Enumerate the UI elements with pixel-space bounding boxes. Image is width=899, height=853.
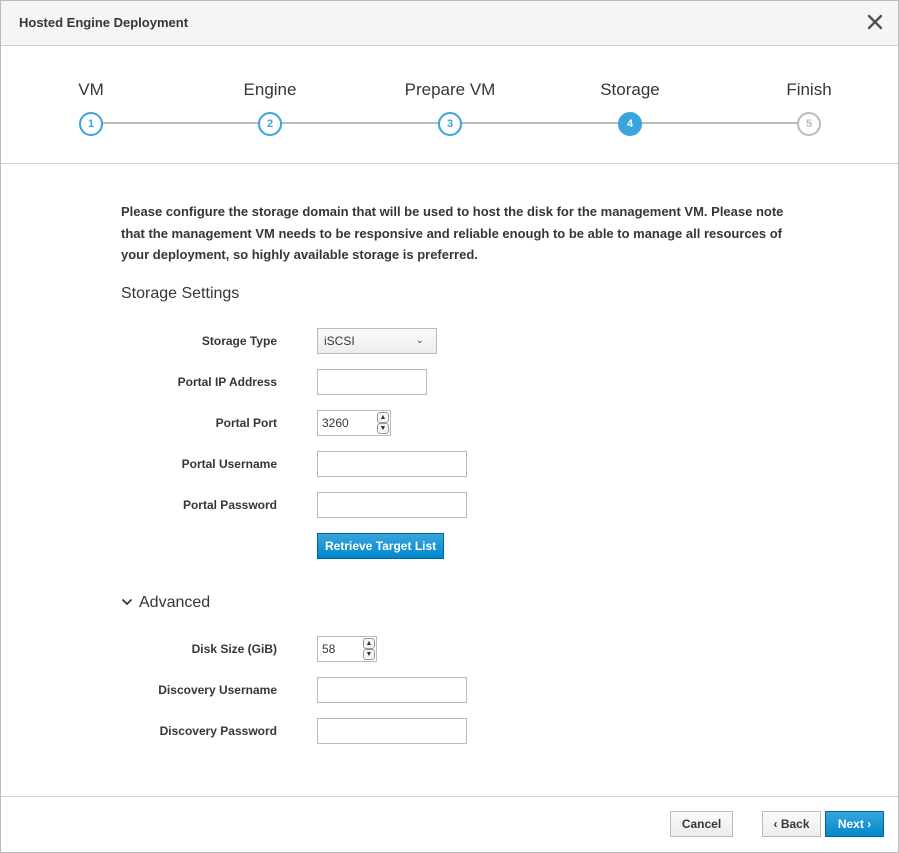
discovery-username-input[interactable] — [317, 677, 467, 703]
portal-password-input[interactable] — [317, 492, 467, 518]
portal-port-label: Portal Port — [215, 416, 277, 430]
storage-type-row: Storage Type iSCSI ⌄ — [121, 328, 801, 358]
wizard-steps: VM 1 Engine 2 Prepare VM 3 Storage 4 Fin… — [1, 47, 898, 164]
section-title: Storage Settings — [121, 285, 240, 302]
step-label: Storage — [600, 80, 660, 99]
back-button[interactable]: ‹ Back — [762, 811, 821, 837]
portal-port-row: Portal Port 3260 ▲ ▼ — [121, 410, 801, 440]
dialog-header: Hosted Engine Deployment — [1, 1, 898, 46]
step-number: 2 — [258, 112, 282, 136]
cancel-button[interactable]: Cancel — [670, 811, 733, 837]
chevron-down-icon — [121, 598, 133, 606]
portal-ip-row: Portal IP Address — [121, 369, 801, 399]
disk-size-label: Disk Size (GiB) — [191, 642, 277, 656]
disk-size-row: Disk Size (GiB) 58 ▲ ▼ — [121, 636, 801, 666]
decrement-icon[interactable]: ▼ — [377, 423, 389, 434]
close-button[interactable] — [866, 13, 884, 31]
step-number: 5 — [797, 112, 821, 136]
next-button[interactable]: Next › — [825, 811, 884, 837]
storage-type-value: iSCSI — [324, 334, 355, 348]
portal-ip-input[interactable] — [317, 369, 427, 395]
dialog-footer: Cancel ‹ Back Next › — [1, 796, 898, 852]
discovery-username-row: Discovery Username — [121, 677, 801, 707]
storage-type-select[interactable]: iSCSI ⌄ — [317, 328, 437, 354]
portal-username-label: Portal Username — [181, 457, 277, 471]
step-number: 3 — [438, 112, 462, 136]
portal-port-stepper[interactable]: 3260 ▲ ▼ — [317, 410, 391, 436]
decrement-icon[interactable]: ▼ — [363, 649, 375, 660]
step-label: VM — [78, 80, 104, 99]
intro-text: Please configure the storage domain that… — [121, 204, 784, 262]
portal-username-input[interactable] — [317, 451, 467, 477]
step-number: 4 — [618, 112, 642, 136]
disk-size-stepper[interactable]: 58 ▲ ▼ — [317, 636, 377, 662]
portal-port-value: 3260 — [322, 416, 349, 430]
discovery-password-label: Discovery Password — [159, 724, 277, 738]
deployment-dialog: Hosted Engine Deployment VM 1 Engine 2 P… — [0, 0, 899, 853]
step-label: Engine — [243, 80, 297, 99]
discovery-password-input[interactable] — [317, 718, 467, 744]
close-icon — [867, 14, 883, 30]
discovery-password-row: Discovery Password — [121, 718, 801, 748]
portal-ip-label: Portal IP Address — [177, 375, 277, 389]
increment-icon[interactable]: ▲ — [363, 638, 375, 649]
portal-password-label: Portal Password — [182, 498, 277, 512]
step-label: Prepare VM — [404, 80, 496, 99]
portal-password-row: Portal Password — [121, 492, 801, 522]
storage-form: Please configure the storage domain that… — [121, 201, 801, 744]
increment-icon[interactable]: ▲ — [377, 412, 389, 423]
step-number: 1 — [79, 112, 103, 136]
chevron-down-icon: ⌄ — [415, 335, 424, 346]
retrieve-row: Retrieve Target List — [121, 533, 801, 563]
step-label: Finish — [786, 80, 832, 99]
storage-type-label: Storage Type — [201, 334, 277, 348]
retrieve-target-list-button[interactable]: Retrieve Target List — [317, 533, 445, 559]
spinner: ▲ ▼ — [377, 412, 389, 434]
disk-size-value: 58 — [322, 642, 336, 656]
dialog-title: Hosted Engine Deployment — [19, 15, 189, 30]
spinner: ▲ ▼ — [363, 638, 375, 660]
advanced-label: Advanced — [139, 594, 211, 611]
discovery-username-label: Discovery Username — [158, 683, 277, 697]
portal-username-row: Portal Username — [121, 451, 801, 481]
